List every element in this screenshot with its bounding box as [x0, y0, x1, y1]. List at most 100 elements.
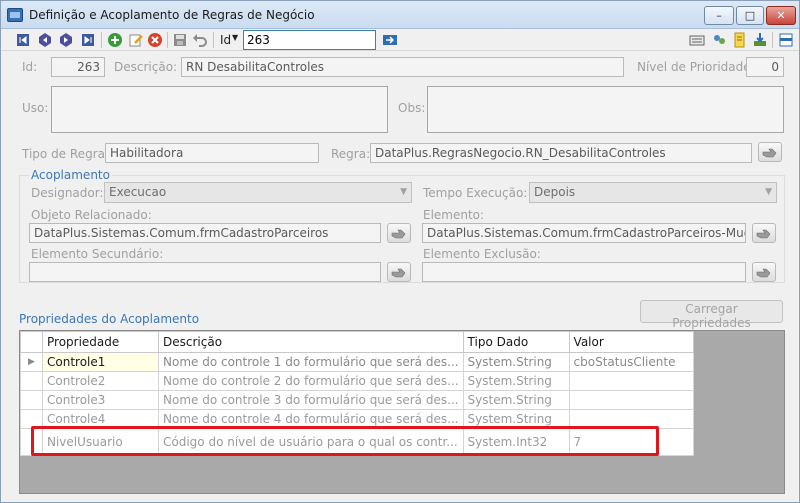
row-header — [20, 390, 43, 410]
column-header[interactable]: Valor — [568, 331, 694, 353]
id-label: Id: — [22, 60, 38, 74]
regra-label: Regra: — [331, 147, 371, 161]
obs-textarea[interactable] — [427, 86, 784, 133]
tempo-select[interactable]: Depois ▼ — [529, 182, 777, 203]
tipo-dado-cell[interactable]: System.String — [462, 352, 570, 372]
panel-icon[interactable] — [778, 32, 794, 48]
note-icon[interactable] — [732, 32, 748, 48]
descricao-cell[interactable]: Nome do controle 2 do formulário que ser… — [158, 371, 464, 391]
designador-value: Execucao — [109, 185, 167, 199]
undo-icon[interactable] — [192, 32, 208, 48]
edit-icon[interactable] — [128, 32, 144, 48]
regra-lookup-button[interactable] — [758, 142, 782, 162]
tempo-label: Tempo Execução: — [423, 186, 528, 200]
propriedade-cell[interactable]: Controle1 — [42, 352, 159, 372]
descricao-cell[interactable]: Nome do controle 1 do formulário que ser… — [158, 352, 464, 372]
valor-cell[interactable]: cboStatusCliente — [568, 352, 694, 372]
tipo-regra-label: Tipo de Regra: — [22, 147, 110, 161]
column-header[interactable]: Tipo Dado — [462, 331, 570, 353]
uso-textarea[interactable] — [51, 86, 388, 133]
table-row[interactable]: Controle4 Nome do controle 4 do formulár… — [20, 409, 694, 429]
designador-select[interactable]: Execucao ▼ — [104, 182, 412, 203]
secundario-lookup-button[interactable] — [387, 262, 411, 282]
column-header[interactable]: Propriedade — [42, 331, 159, 353]
export-icon[interactable] — [752, 32, 768, 48]
descricao-cell[interactable]: Nome do controle 3 do formulário que ser… — [158, 390, 464, 410]
tipo-dado-cell[interactable]: System.String — [462, 371, 570, 391]
descricao-cell[interactable]: Nome do controle 4 do formulário que ser… — [158, 409, 464, 429]
objeto-field[interactable]: DataPlus.Sistemas.Comum.frmCadastroParce… — [29, 223, 381, 243]
valor-cell[interactable] — [568, 390, 694, 410]
valor-cell[interactable]: 7 — [568, 428, 694, 456]
column-header[interactable]: Descrição — [158, 331, 464, 353]
search-go-icon[interactable] — [382, 32, 398, 48]
table-row[interactable]: Controle3 Nome do controle 3 do formulár… — [20, 390, 694, 410]
elemento-label: Elemento: — [423, 208, 485, 222]
table-row[interactable]: NivelUsuario Código do nível de usuário … — [20, 428, 694, 456]
hand-pointer-icon — [391, 229, 406, 239]
exclusao-field[interactable] — [422, 262, 746, 282]
save-icon[interactable] — [172, 32, 188, 48]
designador-label: Designador: — [31, 186, 104, 200]
users-icon[interactable] — [711, 32, 727, 48]
last-record-icon[interactable] — [80, 32, 96, 48]
maximize-button[interactable]: □ — [736, 6, 764, 25]
title-bar: Definição e Acoplamento de Regras de Neg… — [1, 1, 799, 29]
current-row-arrow-icon: ▶ — [20, 352, 43, 372]
table-row[interactable]: ▶ Controle1 Nome do controle 1 do formul… — [20, 352, 694, 372]
id-dropdown-icon[interactable]: ▼ — [232, 33, 238, 42]
regra-field[interactable]: DataPlus.RegrasNegocio.RN_DesabilitaCont… — [370, 143, 752, 163]
prioridade-label: Nível de Prioridade: — [637, 60, 755, 74]
chevron-down-icon: ▼ — [400, 187, 407, 197]
secundario-field[interactable] — [29, 262, 381, 282]
elemento-lookup-button[interactable] — [752, 223, 776, 243]
objeto-lookup-button[interactable] — [387, 223, 411, 243]
tipo-regra-field[interactable]: Habilitadora — [105, 143, 319, 163]
tipo-dado-cell[interactable]: System.String — [462, 390, 570, 410]
row-header — [20, 409, 43, 429]
previous-record-icon[interactable] — [37, 32, 53, 48]
valor-cell[interactable] — [568, 409, 694, 429]
id-search-input[interactable] — [243, 30, 376, 50]
valor-cell[interactable] — [568, 371, 694, 391]
prioridade-field[interactable]: 0 — [746, 57, 784, 77]
tipo-dado-cell[interactable]: System.String — [462, 409, 570, 429]
propriedades-grid: Propriedade Descrição Tipo Dado Valor ▶ … — [19, 330, 785, 494]
propriedades-table: Propriedade Descrição Tipo Dado Valor ▶ … — [20, 331, 694, 456]
row-header — [20, 371, 43, 391]
descricao-field[interactable]: RN DesabilitaControles — [181, 57, 624, 77]
uso-label: Uso: — [22, 101, 49, 115]
toolbar: Id ▼ — [1, 29, 799, 51]
delete-icon[interactable] — [147, 32, 163, 48]
tipo-dado-cell[interactable]: System.Int32 — [462, 428, 570, 456]
table-row[interactable]: Controle2 Nome do controle 2 do formulár… — [20, 371, 694, 391]
propriedade-cell[interactable]: Controle2 — [42, 371, 159, 391]
first-record-icon[interactable] — [15, 32, 31, 48]
window-title: Definição e Acoplamento de Regras de Neg… — [29, 8, 315, 22]
add-icon[interactable] — [107, 32, 123, 48]
hand-pointer-icon — [762, 148, 777, 158]
descricao-cell[interactable]: Código do nível de usuário para o qual o… — [158, 428, 464, 456]
hand-pointer-icon — [391, 268, 406, 278]
propriedade-cell[interactable]: Controle3 — [42, 390, 159, 410]
minimize-button[interactable]: – — [704, 6, 734, 25]
acoplamento-title: Acoplamento — [29, 168, 112, 182]
list-view-icon[interactable] — [689, 32, 705, 48]
app-window: Definição e Acoplamento de Regras de Neg… — [0, 0, 800, 503]
next-record-icon[interactable] — [58, 32, 74, 48]
elemento-field[interactable]: DataPlus.Sistemas.Comum.frmCadastroParce… — [422, 223, 746, 243]
propriedade-cell[interactable]: NivelUsuario — [42, 428, 159, 456]
id-field: 263 — [51, 57, 105, 77]
carregar-propriedades-button[interactable]: Carregar Propriedades — [640, 300, 783, 330]
obs-label: Obs: — [398, 101, 426, 115]
row-header — [20, 428, 43, 456]
id-search-label: Id — [220, 33, 232, 47]
chevron-down-icon: ▼ — [765, 187, 772, 197]
row-header-corner — [20, 331, 43, 353]
app-icon — [7, 8, 23, 22]
propriedade-cell[interactable]: Controle4 — [42, 409, 159, 429]
objeto-label: Objeto Relacionado: — [31, 208, 152, 222]
propriedades-title: Propriedades do Acoplamento — [19, 312, 200, 326]
close-button[interactable]: ✕ — [766, 6, 796, 25]
exclusao-lookup-button[interactable] — [752, 262, 776, 282]
